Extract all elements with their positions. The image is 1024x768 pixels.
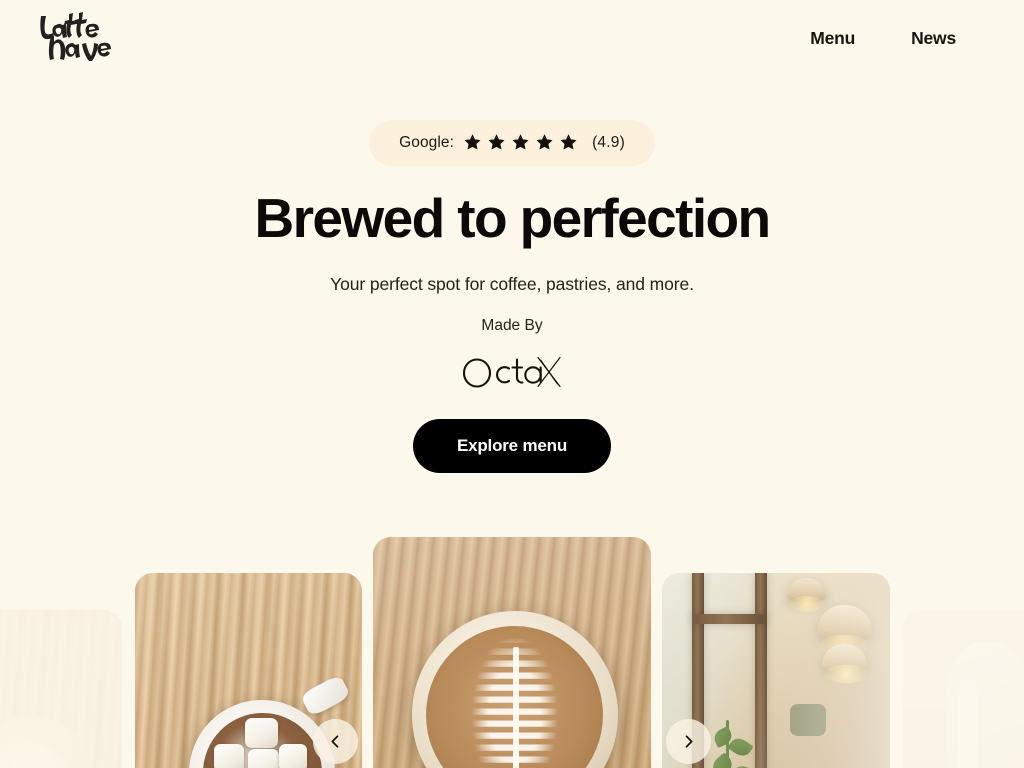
cocoa-liquid <box>202 712 322 768</box>
marshmallow <box>245 717 278 748</box>
made-by-label: Made By <box>481 316 543 334</box>
rating-source-label: Google: <box>399 133 455 151</box>
carousel-track <box>0 505 1024 768</box>
octax-logo-mark <box>462 356 561 388</box>
chevron-left-icon <box>331 735 339 748</box>
wall-plant <box>789 704 827 737</box>
latte-mug <box>411 611 618 768</box>
carousel-slide-bottle[interactable] <box>903 610 1024 768</box>
star-icon <box>560 134 577 150</box>
site-header: Menu News <box>0 0 1024 76</box>
window-mullion <box>755 573 767 768</box>
star-icon <box>512 134 529 150</box>
marshmallow <box>278 744 308 768</box>
nav-link-news[interactable]: News <box>911 28 956 49</box>
octax-logo[interactable] <box>0 351 1024 395</box>
marshmallow <box>214 744 245 768</box>
window-transom <box>691 614 767 624</box>
main-nav: Menu News <box>810 28 956 49</box>
star-icon <box>464 134 481 150</box>
plant-leaf <box>730 763 754 768</box>
slide-image-pastry <box>0 610 122 768</box>
carousel-slide-latte[interactable] <box>373 537 651 768</box>
explore-menu-button[interactable]: Explore menu <box>412 418 612 473</box>
star-icon <box>488 134 505 150</box>
latte-crema <box>426 625 604 768</box>
pendant-light-glow <box>823 665 868 684</box>
page-title: Brewed to perfection <box>254 187 771 249</box>
star-icon <box>536 134 553 150</box>
rosetta-stem <box>512 647 520 768</box>
cta-wrapper: Explore menu <box>0 418 1024 473</box>
rating-score: (4.9) <box>592 133 625 151</box>
nav-link-menu[interactable]: Menu <box>810 28 855 49</box>
mug-handle <box>299 674 352 718</box>
plant-leaf <box>708 752 737 768</box>
chevron-right-icon <box>685 735 693 748</box>
hero-subtitle: Your perfect spot for coffee, pastries, … <box>330 273 694 294</box>
carousel-slide-pastry[interactable] <box>0 610 122 768</box>
plant-leaf <box>727 734 754 760</box>
google-rating-badge[interactable]: Google: (4.9) <box>369 120 655 166</box>
bottle-highlight <box>958 679 977 768</box>
pendant-light-glow <box>789 596 824 613</box>
slide-image-latte <box>373 537 651 768</box>
marshmallow <box>247 748 279 768</box>
rating-stars <box>463 133 578 152</box>
slide-image-bottle <box>903 610 1024 768</box>
latte-haven-logo-mark <box>40 12 111 61</box>
hero-section: Google: (4.9) Brewed to perfection Your … <box>0 76 1024 473</box>
latte-haven-logo[interactable] <box>38 11 116 65</box>
carousel-next-button[interactable] <box>666 719 711 764</box>
carousel-prev-button[interactable] <box>313 719 358 764</box>
image-carousel <box>0 505 1024 768</box>
